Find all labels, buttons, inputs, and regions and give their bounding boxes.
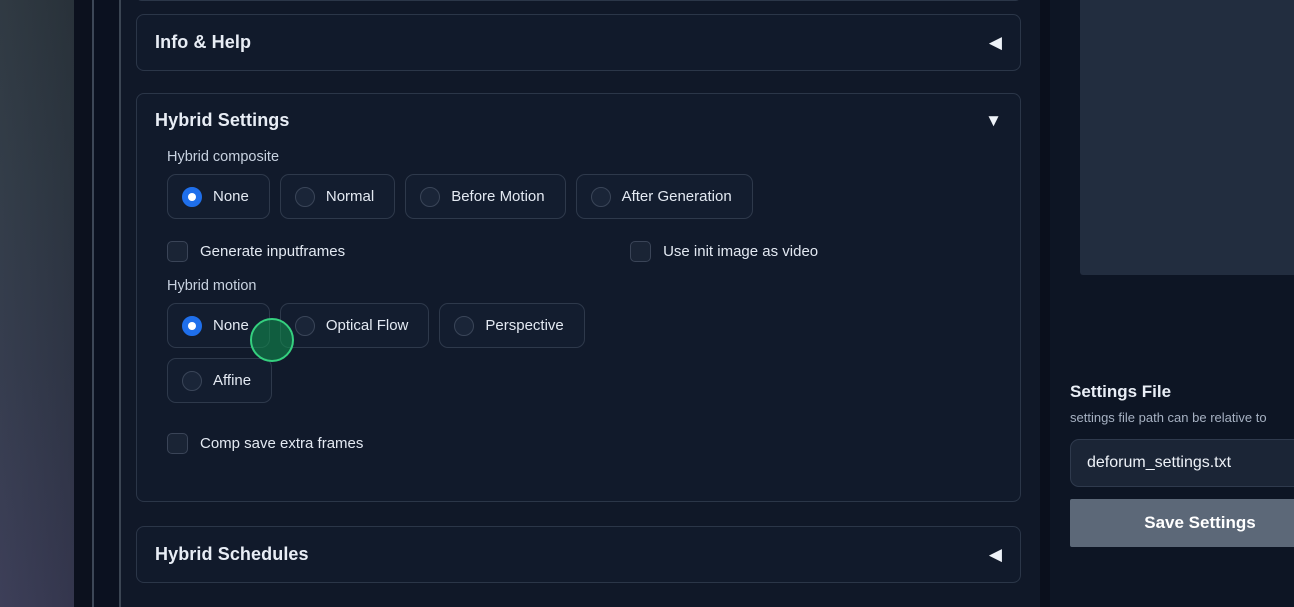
left-gradient-strip	[0, 0, 74, 607]
radio-label: After Generation	[622, 188, 732, 205]
left-gutter-outer	[74, 0, 92, 607]
right-side-panel: Settings File settings file path can be …	[1050, 0, 1294, 607]
checkbox-icon[interactable]	[167, 433, 188, 454]
radio-composite-none[interactable]: None	[167, 174, 270, 219]
accordion-hybrid-settings-title: Hybrid Settings	[155, 110, 290, 131]
hybrid-motion-radio-group: None Optical Flow Perspective	[167, 303, 1002, 348]
accordion-hybrid-settings[interactable]: Hybrid Settings ▼ Hybrid composite None …	[136, 93, 1021, 502]
accordion-hybrid-settings-header[interactable]: Hybrid Settings ▼	[137, 94, 1020, 137]
accordion-hybrid-schedules[interactable]: Hybrid Schedules ◀	[136, 526, 1021, 583]
hybrid-settings-body: Hybrid composite None Normal Before Moti…	[137, 149, 1020, 472]
settings-file-title: Settings File	[1070, 382, 1294, 402]
image-preview-area[interactable]	[1080, 0, 1294, 275]
accordion-info-help-title: Info & Help	[155, 32, 251, 53]
accordion-hybrid-schedules-header[interactable]: Hybrid Schedules ◀	[137, 527, 1020, 582]
radio-indicator-icon[interactable]	[182, 316, 202, 336]
radio-label: None	[213, 317, 249, 334]
radio-indicator-icon[interactable]	[182, 187, 202, 207]
left-gutter-inner	[94, 0, 119, 607]
settings-file-block: Settings File settings file path can be …	[1070, 382, 1294, 547]
accordion-above-fold-sliver[interactable]	[136, 0, 1021, 1]
checkbox-label: Use init image as video	[663, 243, 818, 260]
right-gutter	[1040, 0, 1050, 607]
radio-motion-affine[interactable]: Affine	[167, 358, 272, 403]
radio-label: Optical Flow	[326, 317, 409, 334]
hybrid-motion-radio-group-row2: Affine	[167, 358, 1002, 403]
chevron-left-icon[interactable]: ◀	[989, 34, 1002, 51]
radio-indicator-icon[interactable]	[295, 316, 315, 336]
radio-motion-optical-flow[interactable]: Optical Flow	[280, 303, 430, 348]
checkbox-label: Generate inputframes	[200, 243, 345, 260]
radio-indicator-icon[interactable]	[420, 187, 440, 207]
radio-label: Affine	[213, 372, 251, 389]
app-root: Info & Help ◀ Hybrid Settings ▼ Hybrid c…	[0, 0, 1294, 607]
hybrid-motion-label: Hybrid motion	[167, 278, 1002, 294]
radio-composite-after-generation[interactable]: After Generation	[576, 174, 753, 219]
radio-indicator-icon[interactable]	[454, 316, 474, 336]
radio-label: Perspective	[485, 317, 563, 334]
hybrid-checkbox-row: Generate inputframes Use init image as v…	[167, 241, 1002, 262]
radio-label: Before Motion	[451, 188, 544, 205]
radio-composite-before-motion[interactable]: Before Motion	[405, 174, 565, 219]
chevron-down-icon[interactable]: ▼	[985, 112, 1002, 129]
radio-label: None	[213, 188, 249, 205]
hybrid-composite-label: Hybrid composite	[167, 149, 1002, 165]
radio-indicator-icon[interactable]	[591, 187, 611, 207]
checkbox-comp-save-extra-frames[interactable]: Comp save extra frames	[167, 433, 363, 454]
checkbox-generate-inputframes[interactable]: Generate inputframes	[167, 241, 345, 262]
radio-label: Normal	[326, 188, 374, 205]
checkbox-label: Comp save extra frames	[200, 435, 363, 452]
radio-indicator-icon[interactable]	[182, 371, 202, 391]
checkbox-icon[interactable]	[630, 241, 651, 262]
accordion-hybrid-schedules-title: Hybrid Schedules	[155, 544, 309, 565]
settings-file-description: settings file path can be relative to	[1070, 410, 1294, 425]
radio-composite-normal[interactable]: Normal	[280, 174, 395, 219]
radio-motion-none[interactable]: None	[167, 303, 270, 348]
accordion-info-help[interactable]: Info & Help ◀	[136, 14, 1021, 71]
settings-file-input[interactable]: deforum_settings.txt	[1070, 439, 1294, 487]
hybrid-composite-radio-group: None Normal Before Motion After Generati…	[167, 174, 1002, 219]
checkbox-icon[interactable]	[167, 241, 188, 262]
radio-indicator-icon[interactable]	[295, 187, 315, 207]
radio-motion-perspective[interactable]: Perspective	[439, 303, 584, 348]
checkbox-use-init-image-as-video[interactable]: Use init image as video	[630, 241, 818, 262]
save-settings-button[interactable]: Save Settings	[1070, 499, 1294, 547]
accordion-info-help-header[interactable]: Info & Help ◀	[137, 15, 1020, 70]
comp-save-row: Comp save extra frames	[167, 433, 1002, 454]
chevron-left-icon[interactable]: ◀	[989, 546, 1002, 563]
